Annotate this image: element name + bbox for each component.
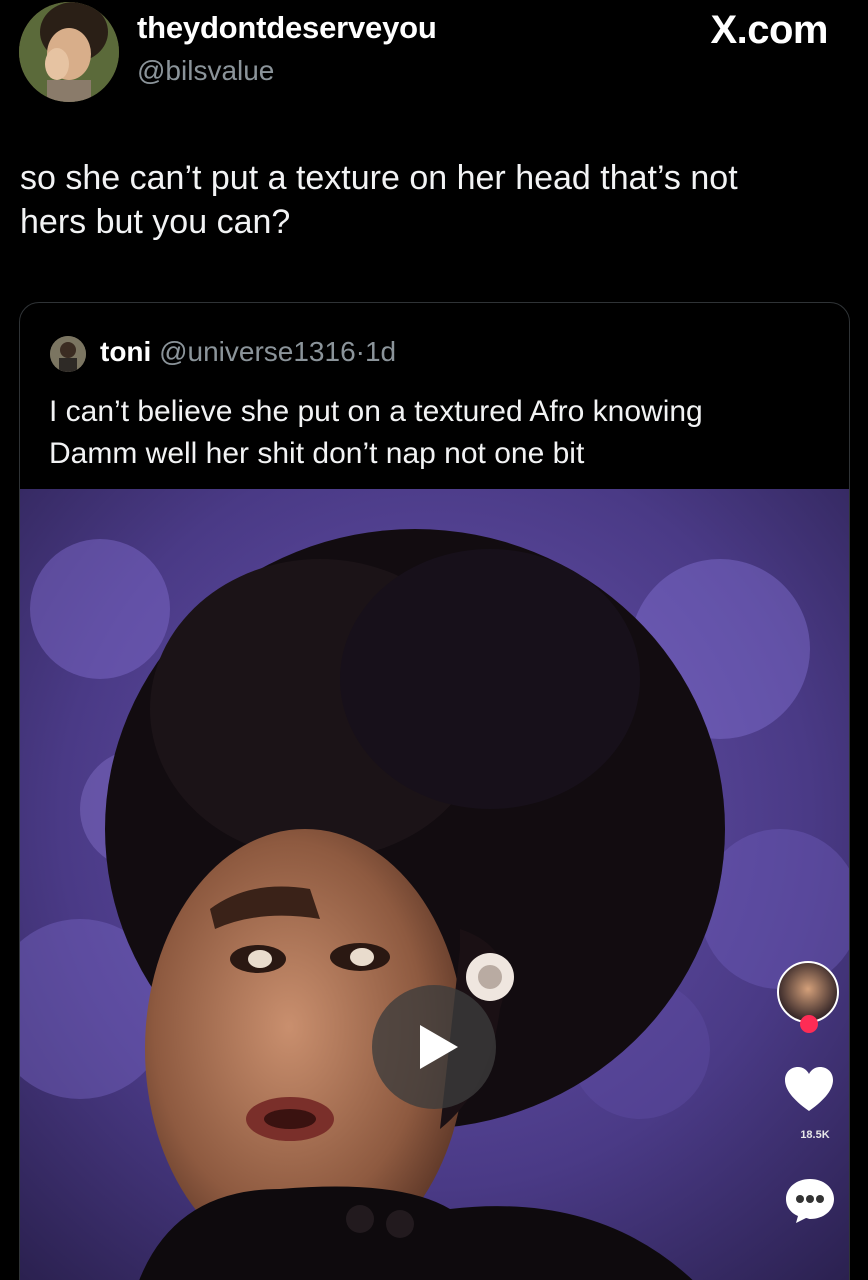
comment-icon[interactable] bbox=[784, 1177, 836, 1225]
creator-avatar[interactable] bbox=[777, 961, 839, 1023]
quote-header: toni @universe1316·1d bbox=[100, 336, 396, 368]
like-count: 18.5K bbox=[800, 1129, 830, 1141]
video-frame-image bbox=[20, 489, 849, 1280]
quote-display-name[interactable]: toni bbox=[100, 336, 151, 367]
quote-text-line-2: Damm well her shit don’t nap not one bit bbox=[49, 437, 585, 470]
author-handle[interactable]: @bilsvalue bbox=[137, 55, 274, 87]
quote-avatar[interactable] bbox=[50, 336, 86, 372]
quote-separator: · bbox=[355, 336, 365, 367]
tweet-text-line-1: so she can’t put a texture on her head t… bbox=[20, 159, 738, 197]
video-thumbnail[interactable]: 18.5K bbox=[20, 489, 849, 1280]
author-display-name[interactable]: theydontdeserveyou bbox=[137, 10, 437, 46]
tweet-text: so she can’t put a texture on her head t… bbox=[20, 156, 850, 244]
tweet-text-line-2: hers but you can? bbox=[20, 203, 291, 241]
follow-plus-icon[interactable] bbox=[800, 1015, 818, 1033]
quote-handle[interactable]: @universe1316 bbox=[159, 336, 356, 367]
screenshot-page: theydontdeserveyou @bilsvalue X.com so s… bbox=[0, 0, 868, 1280]
quoted-tweet-card[interactable]: toni @universe1316·1d I can’t believe sh… bbox=[19, 302, 850, 1280]
heart-icon[interactable] bbox=[782, 1065, 836, 1115]
quote-text-line-1: I can’t believe she put on a textured Af… bbox=[49, 395, 703, 428]
author-avatar[interactable] bbox=[19, 2, 119, 102]
quote-avatar-icon bbox=[50, 336, 86, 372]
play-button[interactable] bbox=[372, 985, 496, 1109]
quote-text: I can’t believe she put on a textured Af… bbox=[49, 391, 839, 475]
play-icon bbox=[420, 1025, 458, 1069]
brand-watermark: X.com bbox=[710, 8, 828, 52]
author-avatar-icon bbox=[19, 2, 119, 102]
quote-timestamp[interactable]: 1d bbox=[365, 336, 396, 367]
